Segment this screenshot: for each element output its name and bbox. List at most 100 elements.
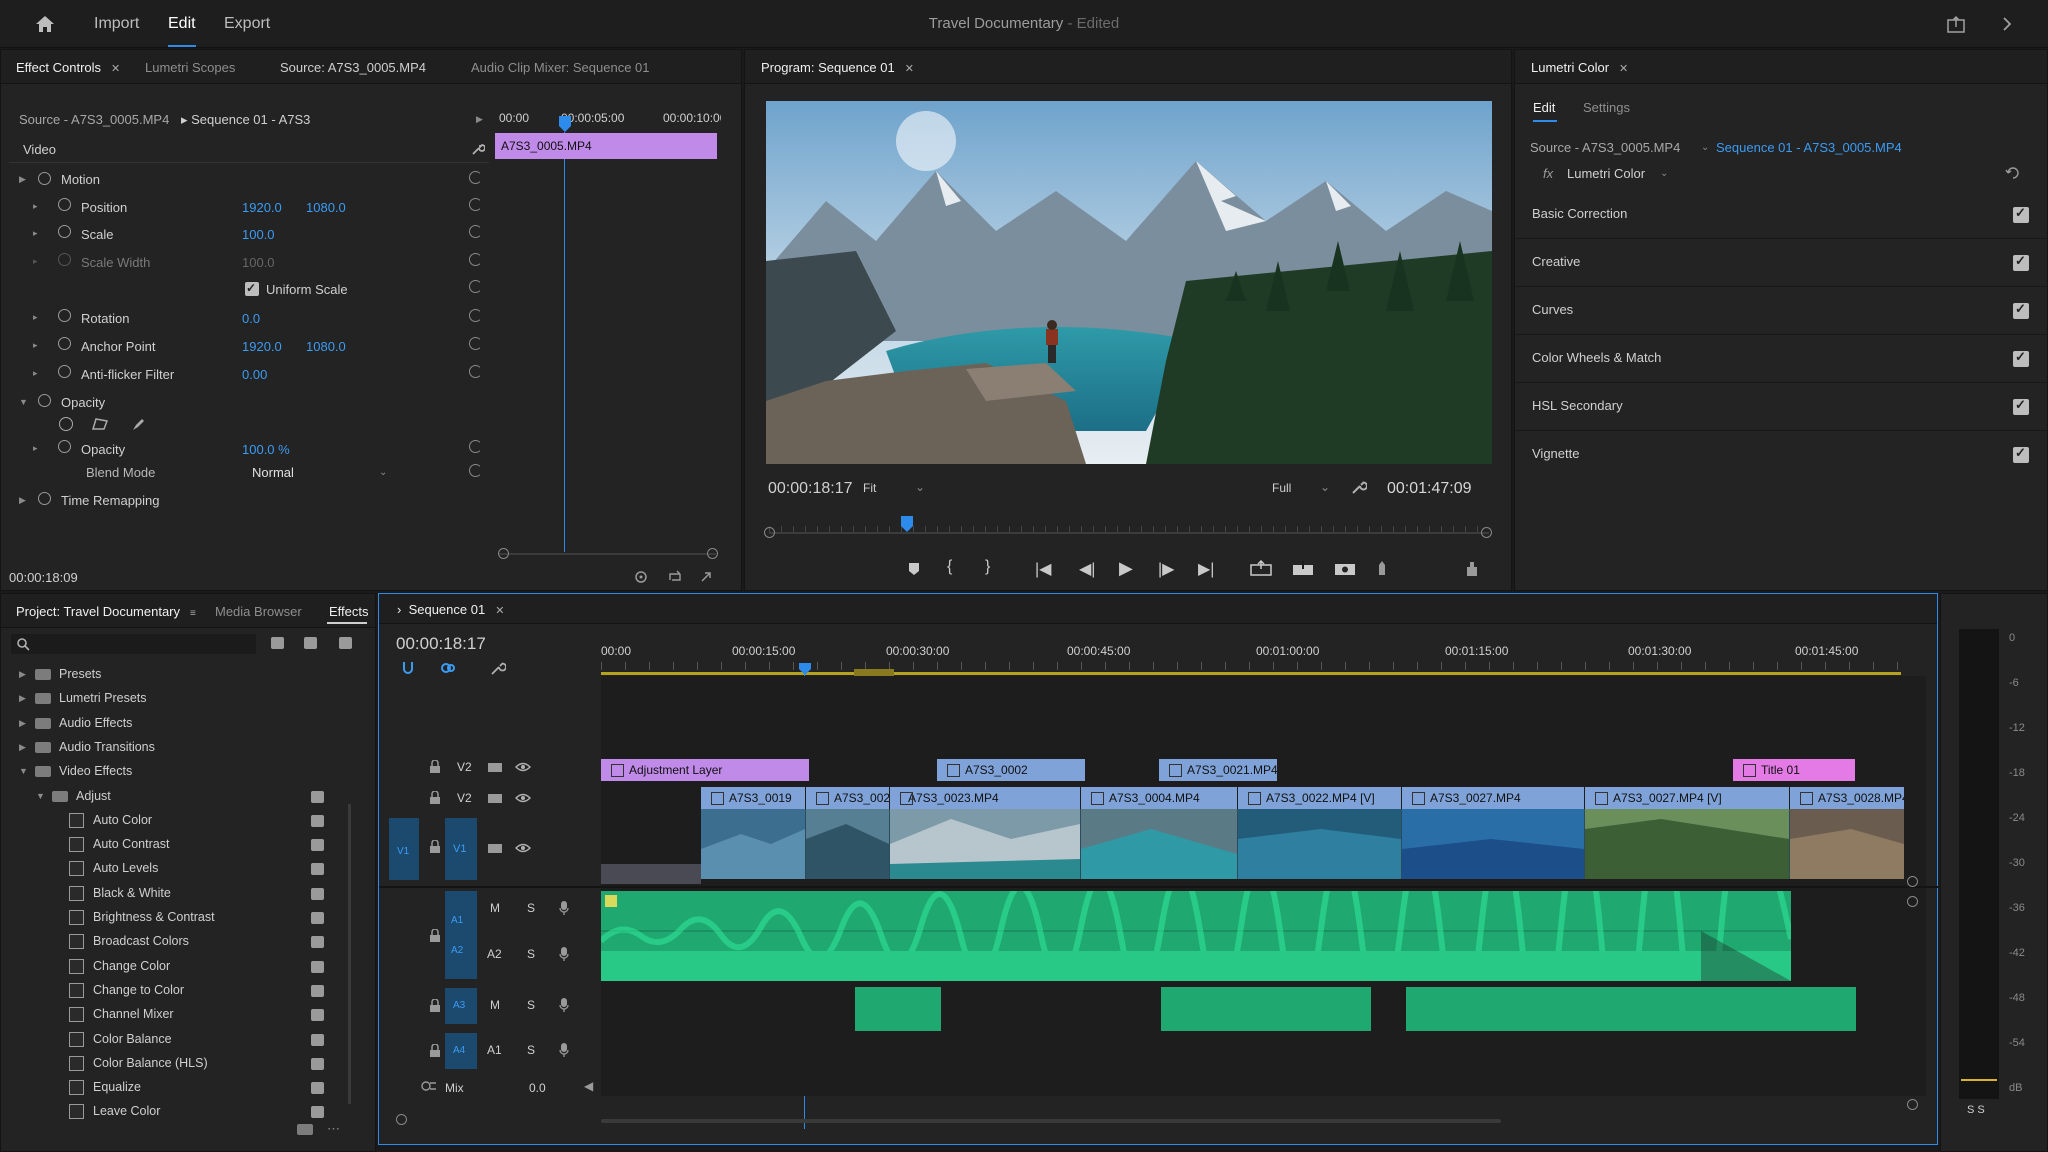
v1-thumbnails[interactable] [701,809,1904,879]
eye-icon[interactable] [515,792,531,804]
tree-item[interactable]: Color Balance (HLS) [1,1053,351,1075]
tree-item[interactable]: Equalize [1,1077,351,1099]
program-playhead[interactable] [900,516,914,534]
new-folder-icon[interactable] [297,1124,313,1135]
clip-v1-0[interactable]: A7S3_0019 [701,787,805,809]
lumetri-sequence-label[interactable]: Sequence 01 - A7S3_0005.MP4 [1716,140,1902,155]
tree-item[interactable]: ▶ Audio Effects [1,713,351,735]
opacity-fx-icon[interactable] [38,394,51,407]
close-icon[interactable]: ✕ [905,63,914,75]
source-label[interactable]: Source - A7S3_0005.MP4 [19,112,169,127]
creative-checkbox[interactable] [2013,253,2029,271]
section-basic-correction[interactable]: Basic Correction [1515,191,2048,239]
position-y-value[interactable]: 1080.0 [306,200,346,215]
lock-icon[interactable] [429,840,441,854]
chevron-right-icon[interactable]: ▶ [19,693,26,704]
clip-v1-3[interactable]: A7S3_0004.MP4 [1081,787,1237,809]
snap-icon[interactable] [400,660,416,676]
section-curves[interactable]: Curves [1515,287,2048,335]
scale-stopwatch-icon[interactable] [58,225,71,238]
clip-v1-2[interactable]: A7S3_0023.MP4 [890,787,1080,809]
basic-correction-checkbox[interactable] [2013,205,2029,223]
tree-item[interactable]: Change Color [1,956,351,978]
chevron-down-icon[interactable]: ⌄ [1660,168,1668,179]
position-reset-icon[interactable] [469,198,482,211]
solo-button-a1[interactable]: S [527,901,535,915]
hsl-secondary-checkbox[interactable] [2013,397,2029,415]
microphone-icon[interactable] [559,997,569,1013]
sync-lock-icon[interactable] [487,841,503,855]
rotation-stopwatch-icon[interactable] [58,309,71,322]
zoom-handle-h[interactable] [396,1114,407,1125]
sequence-label[interactable]: ▸ Sequence 01 - A7S3 [181,112,310,128]
opacity-reset-icon[interactable] [469,440,482,453]
tree-item[interactable]: ▶ Lumetri Presets [1,688,351,710]
rotation-reset-icon[interactable] [469,309,482,322]
anti-flicker-value[interactable]: 0.00 [242,367,267,382]
ec-current-time[interactable]: 00:00:18:09 [9,570,78,585]
clip-title-01[interactable]: Title 01 [1733,759,1855,781]
tab-sequence[interactable]: › Sequence 01 ✕ [397,602,504,617]
time-remap-fx-icon[interactable] [38,492,51,505]
rotation-value[interactable]: 0.0 [242,311,260,326]
source-patch-a4[interactable]: A4 [445,1033,477,1069]
lumetri-source-label[interactable]: Source - A7S3_0005.MP4 [1530,140,1680,155]
delete-icon[interactable]: ⋯ [327,1121,340,1137]
sync-lock-icon[interactable] [487,791,503,805]
tree-item[interactable]: Auto Color [1,810,351,832]
wrench-icon[interactable] [471,142,485,156]
tree-item[interactable]: Leave Color [1,1101,351,1123]
eye-icon[interactable] [515,761,531,773]
blend-reset-icon[interactable] [469,464,482,477]
audio-clip-a3-3[interactable] [1406,987,1856,1031]
mark-out-icon[interactable]: } [985,558,990,576]
zoom-handle-a[interactable] [1907,896,1918,907]
color-wheels-checkbox[interactable] [2013,349,2029,367]
clip-v2-a7s3-0002[interactable]: A7S3_0002 [937,759,1085,781]
section-hsl-secondary[interactable]: HSL Secondary [1515,383,2048,431]
anti-flicker-reset-icon[interactable] [469,365,482,378]
clip-v2-a7s3-0021[interactable]: A7S3_0021.MP4 [V] [1159,759,1277,781]
tree-item[interactable]: ▼ Adjust [1,786,351,808]
clip-v1-1[interactable]: A7S3_002 [806,787,889,809]
source-patch-a3[interactable]: A3 [445,988,477,1024]
track-target-v1[interactable]: V1 [445,818,477,880]
tree-item[interactable]: Auto Contrast [1,834,351,856]
step-back-icon[interactable]: ◀| [1079,559,1095,579]
tree-item[interactable]: ▼ Video Effects [1,761,351,783]
lock-icon[interactable] [429,760,441,774]
new-custom-bin-icon[interactable] [339,637,352,649]
track-label-a2[interactable]: A2 [451,945,463,956]
tree-item[interactable]: Channel Mixer [1,1004,351,1026]
clip-v1-7[interactable]: A7S3_0028.MP4 [1790,787,1904,809]
export-frame-camera-icon[interactable] [1334,560,1356,576]
microphone-icon[interactable] [559,946,569,962]
anchor-y-value[interactable]: 1080.0 [306,339,346,354]
mix-value[interactable]: 0.0 [529,1081,546,1095]
track-label-v2-2[interactable]: V2 [457,791,472,805]
zoom-handle-left[interactable] [764,527,775,538]
clip-v1-4[interactable]: A7S3_0022.MP4 [V] [1238,787,1401,809]
scale-width-reset-icon[interactable] [469,253,482,266]
tree-scrollbar[interactable] [348,804,351,1104]
chevron-right-icon[interactable]: ▶ [19,718,26,729]
tree-item[interactable]: ▶ Audio Transitions [1,737,351,759]
blend-mode-dropdown[interactable]: Normal ⌄ [245,461,393,483]
ellipse-mask-icon[interactable] [59,417,73,431]
track-label-v2[interactable]: V2 [457,760,472,774]
zoom-handle-left[interactable] [498,548,509,559]
resolution-dropdown[interactable]: Full ⌄ [1272,478,1332,498]
new-preset-bin-icon[interactable] [304,637,317,649]
lumetri-effect-name[interactable]: Lumetri Color [1567,166,1645,181]
pen-mask-icon[interactable] [131,416,147,432]
lock-icon[interactable] [429,999,441,1013]
tab-effect-controls[interactable]: Effect Controls ✕ [16,60,120,75]
motion-fx-icon[interactable] [38,172,51,185]
program-scrub-bar[interactable] [769,532,1489,534]
chevron-down-icon[interactable]: ⌄ [1701,142,1709,153]
share-icon[interactable] [1946,14,1966,34]
solo-button-a3[interactable]: S [527,998,535,1012]
mute-button-a3[interactable]: M [490,998,500,1012]
tree-item[interactable]: ▶ Presets [1,664,351,686]
tab-source[interactable]: Source: A7S3_0005.MP4 [280,60,426,75]
